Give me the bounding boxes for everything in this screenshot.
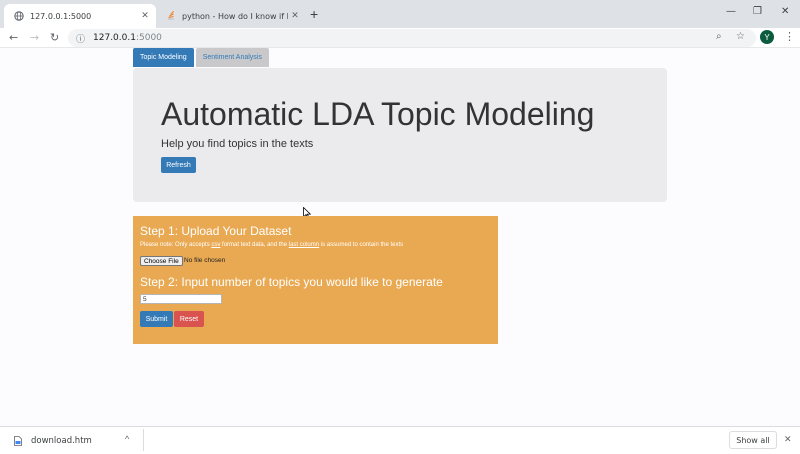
- page-subtitle: Help you find topics in the texts: [161, 138, 314, 150]
- browser-tab-title: 127.0.0.1:5000: [30, 11, 92, 21]
- submit-button[interactable]: Submit: [140, 311, 173, 327]
- zoom-icon[interactable]: ⌕: [716, 31, 722, 42]
- close-tab-icon[interactable]: ✕: [138, 11, 152, 21]
- file-status-text: No file chosen: [184, 257, 226, 264]
- page-title: Automatic LDA Topic Modeling: [161, 96, 595, 132]
- refresh-button[interactable]: Refresh: [161, 157, 196, 173]
- forward-arrow-icon[interactable]: →: [30, 31, 39, 44]
- page-content: Topic Modeling Sentiment Analysis Automa…: [0, 48, 800, 426]
- minimize-icon[interactable]: —: [726, 6, 736, 17]
- address-bar[interactable]: ⓘ 127.0.0.1 :5000: [68, 29, 756, 47]
- upload-note: Please note: Only accepts csv format tex…: [140, 242, 404, 248]
- upload-panel: Step 1: Upload Your Dataset Please note:…: [133, 216, 498, 344]
- download-shelf: download.htm ^ Show all ✕: [0, 426, 800, 454]
- divider: [143, 429, 144, 451]
- star-icon[interactable]: ☆: [736, 31, 745, 42]
- browser-toolbar: ← → ↻ ⓘ 127.0.0.1 :5000 ⌕ ☆: [0, 28, 800, 48]
- url-host: 127.0.0.1: [93, 33, 136, 43]
- close-download-bar-icon[interactable]: ✕: [784, 434, 792, 445]
- profile-avatar[interactable]: Y: [760, 30, 774, 44]
- download-file-name[interactable]: download.htm: [31, 436, 92, 446]
- tab-sentiment-analysis[interactable]: Sentiment Analysis: [195, 48, 269, 67]
- browser-menu-icon[interactable]: ⋮: [784, 30, 795, 43]
- url-port: :5000: [135, 33, 162, 43]
- reload-icon[interactable]: ↻: [50, 31, 59, 44]
- step2-heading: Step 2: Input number of topics you would…: [140, 275, 443, 289]
- show-all-button[interactable]: Show all: [729, 431, 777, 449]
- tab-topic-modeling[interactable]: Topic Modeling: [133, 48, 194, 67]
- step1-heading: Step 1: Upload Your Dataset: [140, 224, 292, 238]
- browser-tab-title: python - How do I know if I can d: [182, 11, 288, 21]
- page-nav-tabs: Topic Modeling Sentiment Analysis: [133, 48, 269, 67]
- globe-icon: [14, 11, 24, 21]
- last-column-link[interactable]: last column: [289, 242, 319, 248]
- browser-tab-stackoverflow[interactable]: python - How do I know if I can d ✕: [160, 4, 306, 28]
- topics-number-input[interactable]: 5: [140, 294, 222, 304]
- file-icon: [14, 436, 22, 446]
- stackoverflow-icon: [166, 10, 176, 21]
- chevron-up-icon[interactable]: ^: [125, 434, 129, 444]
- info-icon[interactable]: ⓘ: [76, 32, 85, 45]
- hero-jumbotron: Automatic LDA Topic Modeling Help you fi…: [133, 68, 667, 202]
- restore-icon[interactable]: ❐: [753, 6, 762, 17]
- reset-button[interactable]: Reset: [174, 311, 204, 327]
- back-arrow-icon[interactable]: ←: [9, 31, 18, 44]
- close-tab-icon[interactable]: ✕: [288, 11, 302, 21]
- browser-tab-strip: 127.0.0.1:5000 ✕ python - How do I know …: [0, 0, 800, 28]
- choose-file-button[interactable]: Choose File: [140, 256, 183, 266]
- new-tab-button[interactable]: +: [310, 6, 318, 22]
- window-close-icon[interactable]: ✕: [781, 6, 789, 17]
- browser-tab-localhost[interactable]: 127.0.0.1:5000 ✕: [4, 4, 156, 28]
